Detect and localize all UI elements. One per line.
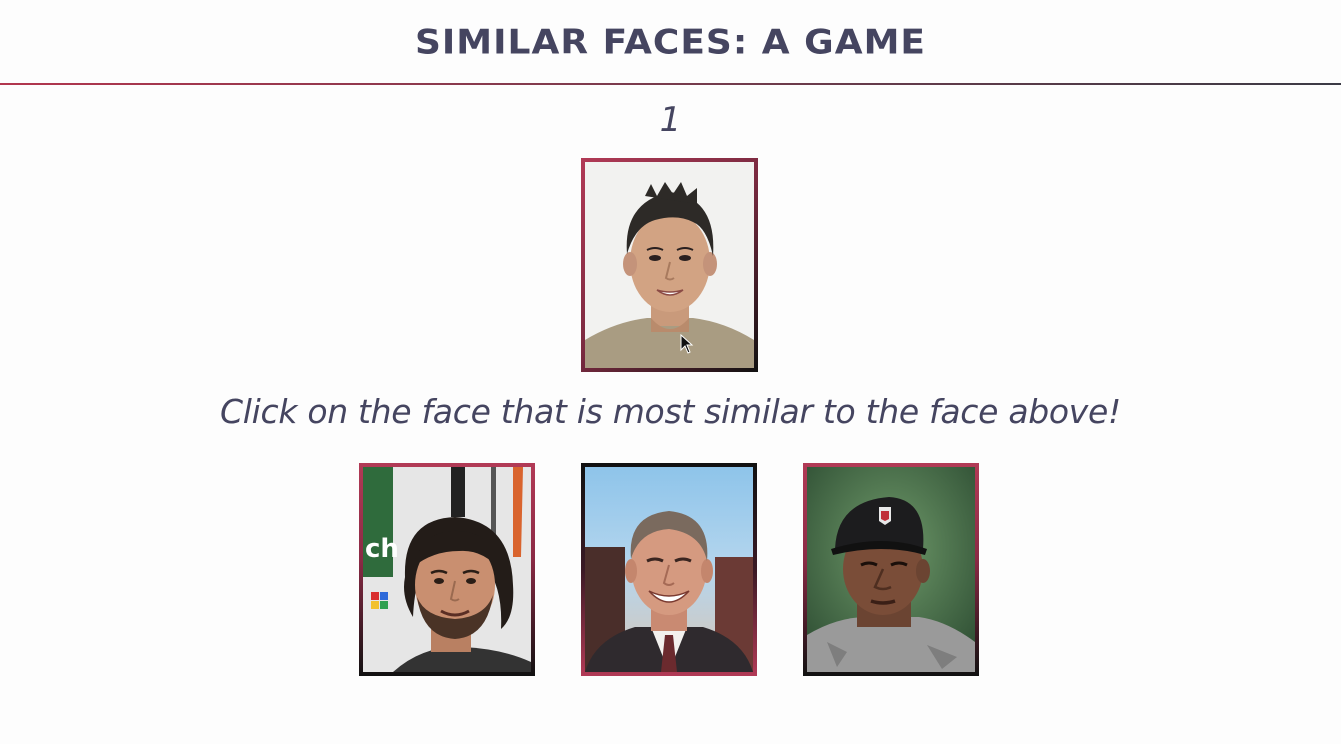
svg-text:ch: ch (365, 534, 399, 564)
face-choice-2-photo[interactable] (585, 467, 753, 672)
face-choice-1-photo[interactable]: ch (363, 467, 531, 672)
page-title: SIMILAR FACES: A GAME (414, 23, 926, 62)
target-face-frame (581, 158, 758, 372)
instructions-text: Click on the face that is most similar t… (220, 392, 1121, 431)
round-number: 1 (659, 100, 682, 140)
target-face-photo (585, 162, 754, 368)
header-divider (0, 83, 1341, 85)
game-page: SIMILAR FACES: A GAME 1 Click on the fac… (0, 0, 1341, 744)
mouse-cursor-icon (680, 334, 694, 354)
face-choice-3[interactable] (803, 463, 979, 676)
face-choice-3-photo[interactable] (807, 467, 975, 672)
face-choice-2[interactable] (581, 463, 757, 676)
face-choice-1[interactable]: ch (359, 463, 535, 676)
